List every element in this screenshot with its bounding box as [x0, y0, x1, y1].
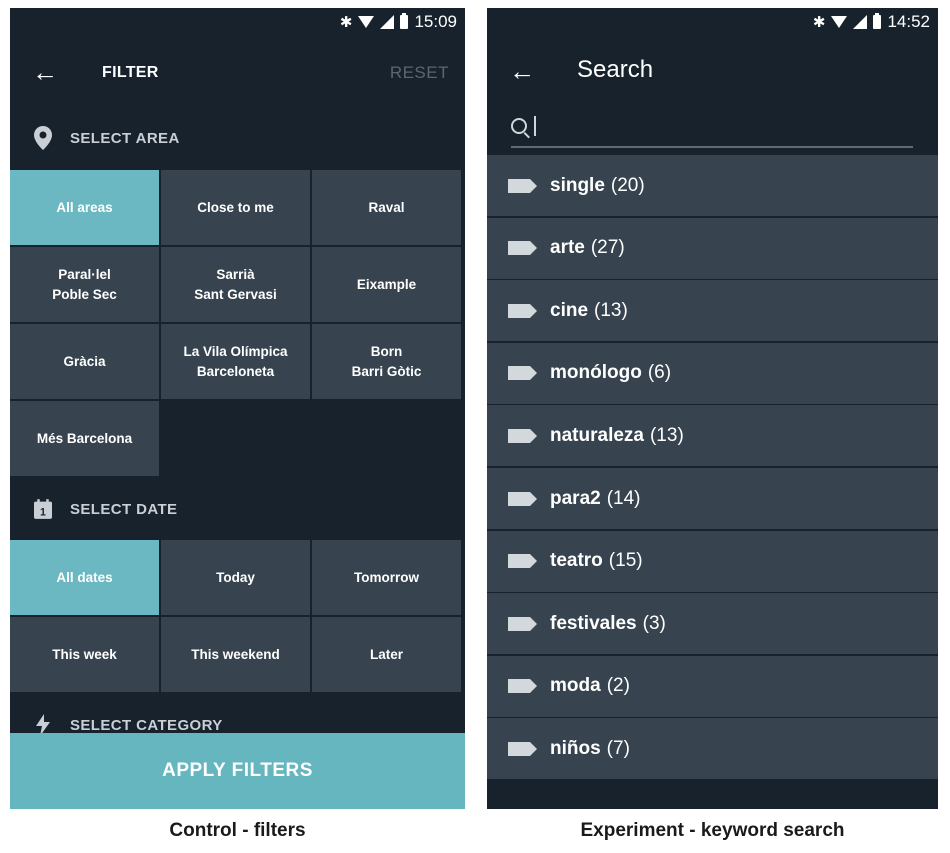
area-option[interactable]: Raval: [312, 170, 461, 245]
keyword-item[interactable]: arte (27): [487, 217, 938, 279]
keyword-count: (6): [647, 362, 672, 384]
keyword-name: festivales: [550, 612, 637, 634]
tag-icon: [508, 554, 537, 569]
tag-icon: [508, 241, 537, 256]
keyword-count: (27): [590, 237, 625, 259]
keyword-item[interactable]: festivales (3): [487, 593, 938, 655]
date-option[interactable]: This weekend: [161, 617, 310, 692]
keyword-name: moda: [550, 675, 601, 697]
search-icon: [511, 118, 527, 134]
keyword-item[interactable]: naturaleza (13): [487, 405, 938, 467]
keyword-count: (13): [649, 424, 684, 446]
tag-icon: [508, 178, 537, 193]
date-option[interactable]: Later: [312, 617, 461, 692]
keyword-name: single: [550, 174, 605, 196]
select-date-header: 1 SELECT DATE: [10, 494, 465, 524]
tag-icon: [508, 428, 537, 443]
area-option[interactable]: All areas: [10, 170, 159, 245]
keyword-name: monólogo: [550, 362, 642, 384]
wifi-icon: [831, 16, 848, 28]
back-arrow-icon[interactable]: ←: [509, 58, 535, 84]
keyword-item[interactable]: cine (13): [487, 280, 938, 342]
page-title: Search: [577, 56, 654, 83]
keyword-item[interactable]: para2 (14): [487, 468, 938, 529]
date-option[interactable]: All dates: [10, 540, 159, 615]
keyword-count: (2): [606, 675, 630, 697]
area-option[interactable]: Més Barcelona: [10, 401, 159, 476]
area-option[interactable]: Sarrià Sant Gervasi: [161, 247, 310, 322]
keyword-count: (13): [594, 299, 628, 321]
area-option[interactable]: Eixample: [312, 247, 461, 322]
keyword-item[interactable]: single (20): [487, 155, 938, 216]
keyword-name: cine: [550, 299, 589, 321]
text-cursor: [534, 116, 536, 136]
signal-icon: [380, 15, 395, 29]
area-option[interactable]: La Vila Olímpica Barceloneta: [161, 324, 310, 399]
area-option[interactable]: Gràcia: [10, 324, 159, 399]
battery-icon: [873, 13, 882, 29]
keyword-name: niños: [550, 737, 601, 759]
tag-icon: [508, 491, 537, 506]
date-option[interactable]: Tomorrow: [312, 540, 461, 615]
area-option[interactable]: Close to me: [161, 170, 310, 245]
battery-icon: [400, 13, 409, 29]
caption-left: Control - filters: [169, 820, 306, 841]
area-option[interactable]: Born Barri Gòtic: [312, 324, 461, 399]
tag-icon: [508, 303, 537, 318]
filter-screen: ✱ 15:09 ← FILTER RESET SELECT AREA All a…: [10, 8, 465, 809]
section-title: SELECT CATEGORY: [70, 716, 223, 734]
wifi-icon: [358, 16, 375, 28]
status-time: 15:09: [414, 12, 457, 31]
page-title: FILTER: [102, 64, 159, 81]
keyword-item[interactable]: teatro (15): [487, 530, 938, 592]
caption-right: Experiment - keyword search: [580, 820, 845, 841]
location-pin-icon: [34, 126, 52, 150]
area-option[interactable]: Paral·lel Poble Sec: [10, 247, 159, 322]
status-bar: ✱ 14:52: [813, 8, 938, 36]
keyword-count: (7): [606, 737, 630, 759]
keyword-count: (15): [608, 550, 643, 572]
search-screen: ✱ 14:52 ← Search single (20) arte (27) cine(…: [487, 8, 938, 809]
tag-icon: [508, 616, 537, 631]
keyword-name: teatro: [550, 550, 603, 572]
keyword-name: arte: [550, 237, 585, 259]
back-arrow-icon[interactable]: ←: [32, 59, 58, 85]
status-time: 14:52: [887, 12, 930, 31]
keyword-item[interactable]: moda (2): [487, 655, 938, 717]
bluetooth-icon: ✱: [812, 14, 826, 31]
section-title: SELECT AREA: [70, 129, 180, 147]
status-bar: ✱ 15:09: [340, 8, 465, 36]
filter-header: ← FILTER RESET: [10, 52, 465, 92]
calendar-icon: 1: [34, 497, 52, 521]
keyword-name: para2: [550, 487, 601, 509]
search-input[interactable]: [511, 112, 913, 148]
apply-filters-button[interactable]: APPLY FILTERS: [10, 733, 465, 809]
tag-icon: [508, 679, 537, 694]
keyword-item[interactable]: monólogo (6): [487, 342, 938, 404]
reset-button[interactable]: RESET: [390, 63, 449, 83]
keyword-name: naturaleza: [550, 424, 644, 446]
bluetooth-icon: ✱: [339, 14, 353, 31]
svg-text:1: 1: [40, 507, 46, 519]
keyword-item[interactable]: niños (7): [487, 718, 938, 780]
keyword-count: (20): [610, 174, 645, 196]
tag-icon: [508, 366, 537, 381]
keyword-count: (3): [642, 612, 666, 634]
tag-icon: [508, 741, 537, 756]
signal-icon: [853, 15, 868, 29]
select-area-header: SELECT AREA: [10, 123, 465, 153]
date-option[interactable]: Today: [161, 540, 310, 615]
section-title: SELECT DATE: [70, 500, 178, 518]
date-option[interactable]: This week: [10, 617, 159, 692]
keyword-count: (14): [606, 487, 641, 509]
